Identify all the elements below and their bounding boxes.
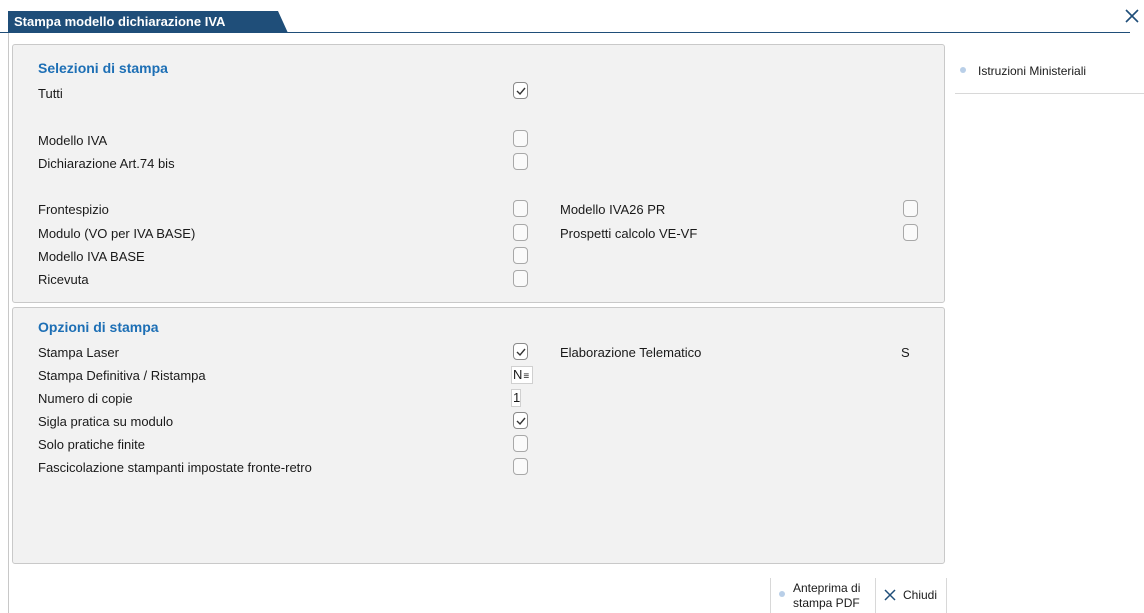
fascicolazione-label: Fascicolazione stampanti impostate front…	[38, 460, 312, 475]
window-title: Stampa modello dichiarazione IVA	[8, 11, 288, 33]
anteprima-line2: stampa PDF	[793, 596, 860, 610]
selezioni-title: Selezioni di stampa	[38, 60, 168, 76]
fascicolazione-checkbox[interactable]	[513, 458, 528, 475]
window-left-border	[8, 33, 9, 613]
chiudi-button[interactable]: Chiudi	[875, 578, 947, 613]
stampa-definitiva-label: Stampa Definitiva / Ristampa	[38, 368, 206, 383]
sidebar-item-label: Istruzioni Ministeriali	[978, 64, 1087, 78]
dichiarazione-checkbox[interactable]	[513, 153, 528, 170]
ricevuta-checkbox[interactable]	[513, 270, 528, 287]
stampa-laser-checkbox[interactable]	[513, 343, 528, 360]
bullet-icon	[779, 591, 785, 597]
numero-copie-label: Numero di copie	[38, 391, 133, 406]
elaborazione-value[interactable]: S	[901, 345, 910, 360]
close-icon[interactable]	[1124, 8, 1144, 30]
frontespizio-label: Frontespizio	[38, 202, 109, 217]
stampa-definitiva-select[interactable]: N≡	[511, 366, 533, 384]
sigla-pratica-label: Sigla pratica su modulo	[38, 414, 174, 429]
chiudi-label: Chiudi	[903, 588, 938, 602]
tutti-checkbox[interactable]	[513, 82, 528, 99]
sidebar-item-istruzioni[interactable]: Istruzioni Ministeriali	[955, 60, 1144, 94]
modello-iva26-label: Modello IVA26 PR	[560, 202, 666, 217]
modello-iva-checkbox[interactable]	[513, 130, 528, 147]
solo-pratiche-checkbox[interactable]	[513, 435, 528, 452]
title-bar: Stampa modello dichiarazione IVA	[0, 0, 1144, 34]
frontespizio-checkbox[interactable]	[513, 200, 528, 217]
tutti-label: Tutti	[38, 86, 63, 101]
modulo-label: Modulo (VO per IVA BASE)	[38, 226, 196, 241]
sigla-pratica-checkbox[interactable]	[513, 412, 528, 429]
modello-iva26-checkbox[interactable]	[903, 200, 918, 217]
stampa-definitiva-value: N	[513, 367, 523, 382]
title-divider	[0, 32, 1130, 33]
close-icon	[883, 588, 897, 605]
ricevuta-label: Ricevuta	[38, 272, 89, 287]
bullet-icon	[960, 67, 966, 73]
anteprima-line1: Anteprima di	[793, 581, 861, 595]
modello-iva-label: Modello IVA	[38, 133, 108, 148]
prospetti-label: Prospetti calcolo VE-VF	[560, 226, 698, 241]
anteprima-pdf-button[interactable]: Anteprima di stampa PDF	[770, 578, 874, 613]
numero-copie-value: 1	[513, 390, 521, 405]
list-icon: ≡	[523, 371, 530, 382]
dichiarazione-label: Dichiarazione Art.74 bis	[38, 156, 175, 171]
prospetti-checkbox[interactable]	[903, 224, 918, 241]
elaborazione-label: Elaborazione Telematico	[560, 345, 702, 360]
opzioni-title: Opzioni di stampa	[38, 319, 159, 335]
opzioni-panel: Opzioni di stampa Stampa Laser Stampa De…	[12, 307, 945, 564]
solo-pratiche-label: Solo pratiche finite	[38, 437, 145, 452]
selezioni-panel: Selezioni di stampa Tutti Modello IVA Di…	[12, 44, 945, 303]
modello-iva-base-label: Modello IVA BASE	[38, 249, 145, 264]
modulo-checkbox[interactable]	[513, 224, 528, 241]
numero-copie-input[interactable]: 1	[511, 389, 521, 407]
stampa-laser-label: Stampa Laser	[38, 345, 119, 360]
modello-iva-base-checkbox[interactable]	[513, 247, 528, 264]
